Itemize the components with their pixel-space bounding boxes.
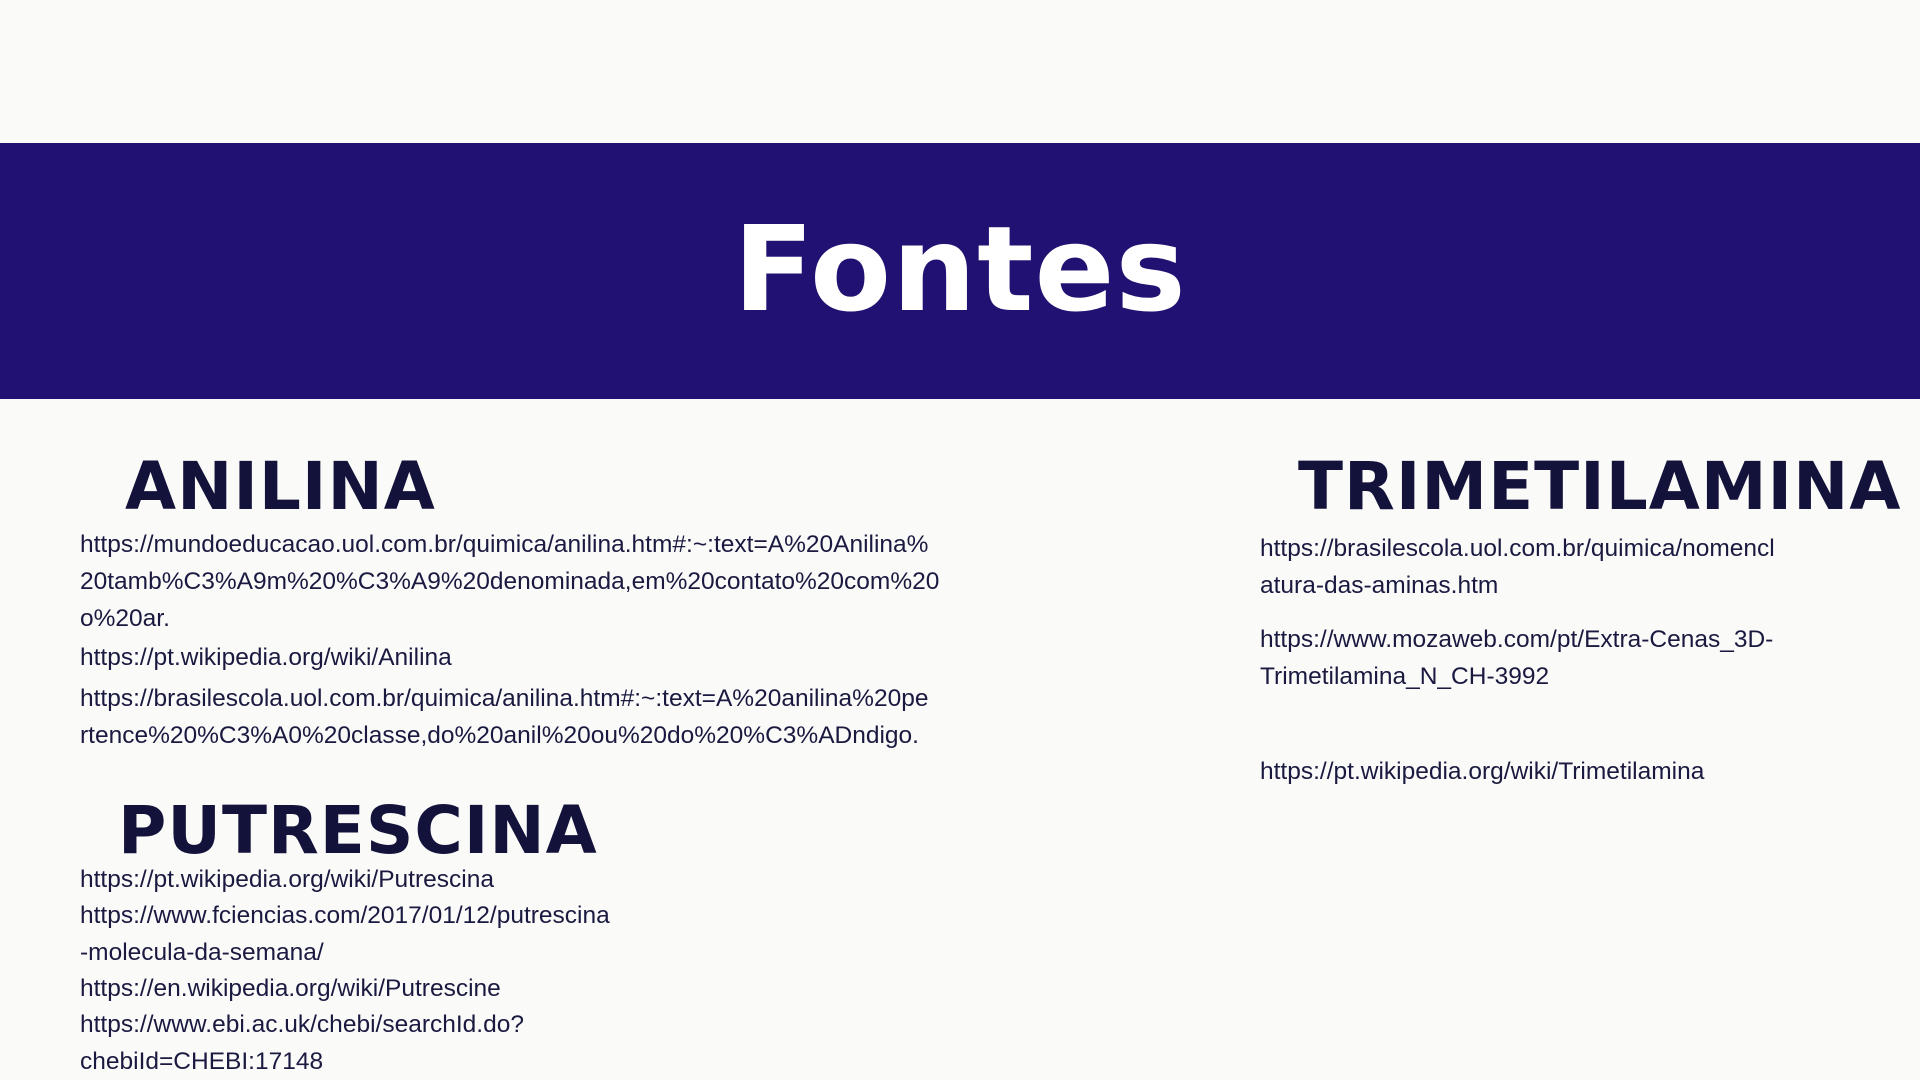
- source-link-putrescina-4[interactable]: https://www.ebi.ac.uk/chebi/searchId.do?…: [80, 1006, 524, 1080]
- section-heading-trimetilamina: TRIMETILAMINA: [1298, 448, 1902, 525]
- link-line: https://brasilescola.uol.com.br/quimica/…: [80, 685, 929, 712]
- source-link-trimetilamina-1[interactable]: https://brasilescola.uol.com.br/quimica/…: [1260, 530, 1775, 604]
- title-banner: Fontes: [0, 143, 1920, 399]
- source-link-trimetilamina-3[interactable]: https://pt.wikipedia.org/wiki/Trimetilam…: [1260, 753, 1704, 790]
- source-link-anilina-2[interactable]: https://pt.wikipedia.org/wiki/Anilina: [80, 639, 452, 676]
- source-link-putrescina-2[interactable]: https://www.fciencias.com/2017/01/12/put…: [80, 897, 610, 971]
- source-link-anilina-1[interactable]: https://mundoeducacao.uol.com.br/quimica…: [80, 526, 939, 637]
- link-line: rtence%20%C3%A0%20classe,do%20anil%20ou%…: [80, 722, 919, 749]
- link-line: https://brasilescola.uol.com.br/quimica/…: [1260, 535, 1775, 562]
- section-heading-putrescina: PUTRESCINA: [118, 792, 598, 869]
- link-line: https://www.ebi.ac.uk/chebi/searchId.do?: [80, 1011, 524, 1038]
- link-line: https://mundoeducacao.uol.com.br/quimica…: [80, 531, 929, 558]
- link-line: https://www.mozaweb.com/pt/Extra-Cenas_3…: [1260, 626, 1774, 653]
- link-line: https://www.fciencias.com/2017/01/12/put…: [80, 902, 610, 929]
- source-link-trimetilamina-2[interactable]: https://www.mozaweb.com/pt/Extra-Cenas_3…: [1260, 621, 1773, 695]
- link-line: https://pt.wikipedia.org/wiki/Putrescina: [80, 866, 494, 893]
- link-line: https://pt.wikipedia.org/wiki/Trimetilam…: [1260, 758, 1705, 785]
- link-line: atura-das-aminas.htm: [1260, 572, 1499, 599]
- source-link-anilina-3[interactable]: https://brasilescola.uol.com.br/quimica/…: [80, 680, 928, 754]
- source-link-putrescina-1[interactable]: https://pt.wikipedia.org/wiki/Putrescina: [80, 861, 494, 898]
- link-line: o%20ar.: [80, 605, 170, 632]
- link-line: https://pt.wikipedia.org/wiki/Anilina: [80, 644, 452, 671]
- source-link-putrescina-3[interactable]: https://en.wikipedia.org/wiki/Putrescine: [80, 970, 501, 1007]
- link-line: 20tamb%C3%A9m%20%C3%A9%20denominada,em%2…: [80, 568, 940, 595]
- link-line: https://en.wikipedia.org/wiki/Putrescine: [80, 975, 501, 1002]
- link-line: Trimetilamina_N_CH-3992: [1260, 663, 1550, 690]
- link-line: chebiId=CHEBI:17148: [80, 1048, 324, 1075]
- page-title: Fontes: [733, 200, 1187, 338]
- section-heading-anilina: ANILINA: [125, 448, 436, 525]
- link-line: -molecula-da-semana/: [80, 939, 324, 966]
